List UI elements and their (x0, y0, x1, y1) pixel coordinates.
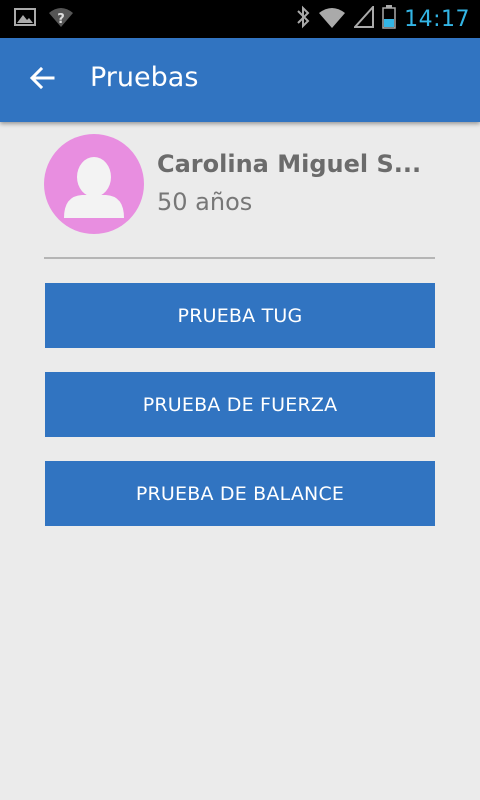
avatar (44, 134, 144, 234)
user-age: 50 años (157, 188, 253, 216)
user-name: Carolina Miguel S... (157, 150, 422, 178)
arrow-left-icon (29, 66, 55, 94)
page-title: Pruebas (90, 62, 199, 93)
divider (44, 257, 435, 259)
cell-signal-icon (352, 4, 375, 32)
wifi-question-icon: ? (48, 6, 74, 32)
prueba-balance-button[interactable]: PRUEBA DE BALANCE (45, 461, 435, 526)
person-icon (44, 157, 144, 234)
svg-text:?: ? (57, 12, 65, 27)
app-bar: Pruebas (0, 38, 480, 122)
status-bar: ? 14:17 (0, 0, 480, 38)
prueba-fuerza-button[interactable]: PRUEBA DE FUERZA (45, 372, 435, 437)
bluetooth-icon (296, 5, 310, 33)
status-right-icons: 14:17 (296, 4, 470, 33)
clock: 14:17 (404, 6, 470, 32)
image-icon (14, 8, 36, 30)
battery-icon (382, 5, 396, 33)
status-left-icons: ? (14, 8, 74, 30)
prueba-tug-button[interactable]: PRUEBA TUG (45, 283, 435, 348)
wifi-icon (318, 6, 346, 32)
back-button[interactable] (22, 60, 62, 100)
